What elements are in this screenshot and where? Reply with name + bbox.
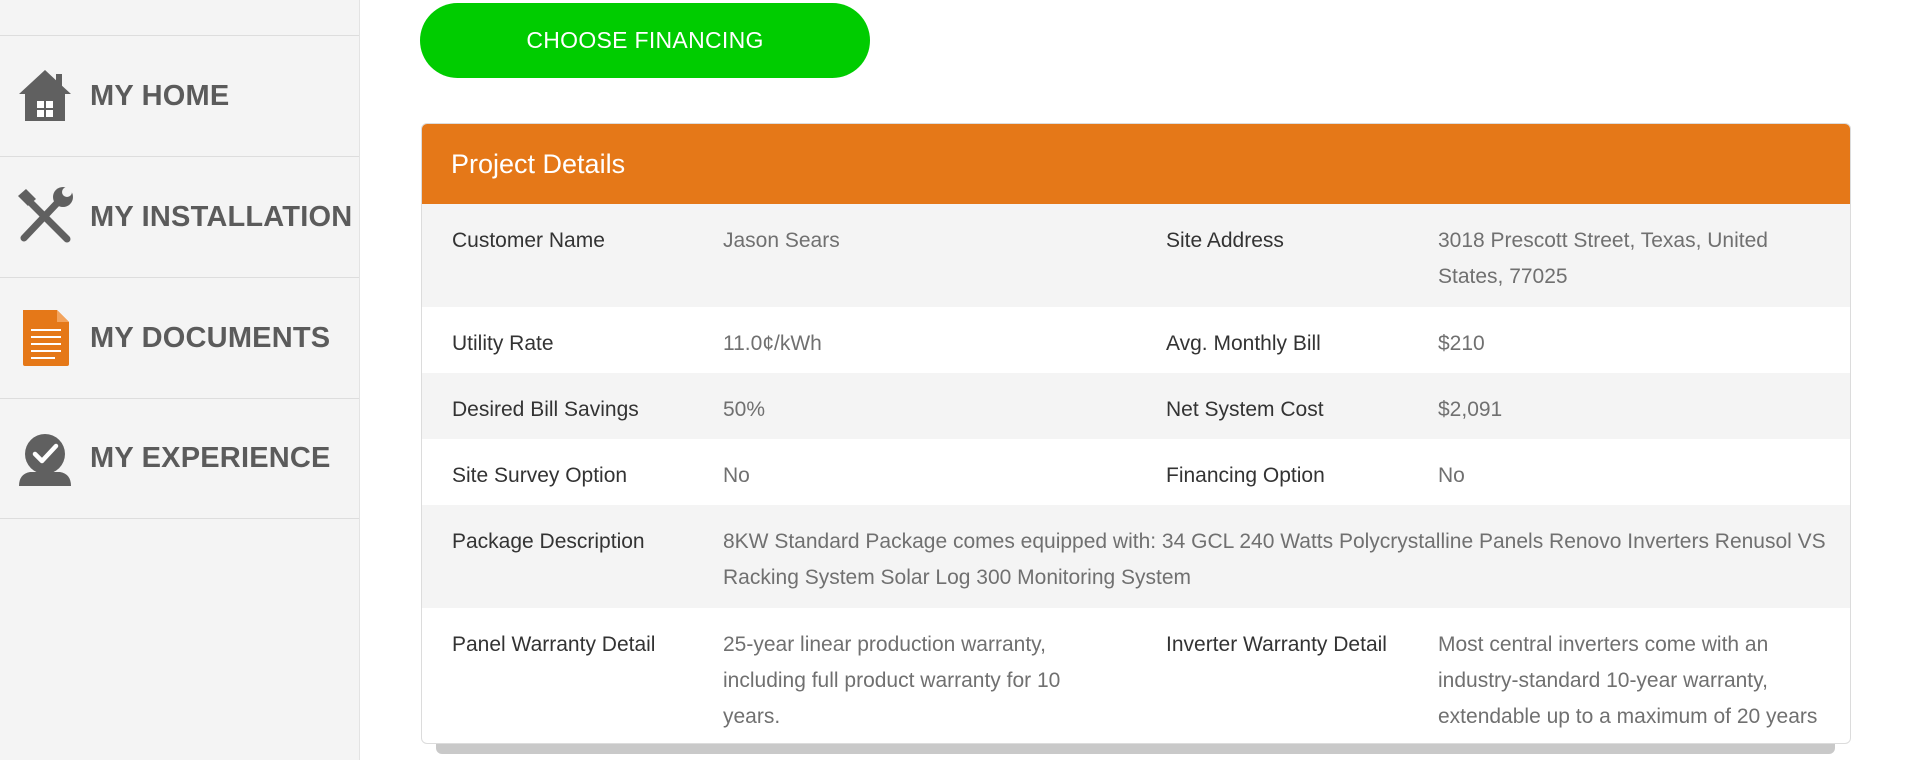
sidebar-item-my-documents[interactable]: MY DOCUMENTS — [0, 277, 359, 398]
detail-label: Inverter Warranty Detail — [1166, 633, 1387, 656]
detail-row: Package Description 8KW Standard Package… — [422, 505, 1850, 608]
home-icon — [14, 65, 76, 127]
detail-value: No — [1438, 464, 1465, 487]
sidebar-item-my-experience[interactable]: MY EXPERIENCE — [0, 398, 359, 519]
detail-value: $2,091 — [1438, 398, 1503, 421]
detail-label: Site Address — [1166, 229, 1284, 252]
sidebar: MY HOME MY INSTALLATION MY DOCUMENTS MY … — [0, 0, 360, 760]
document-icon — [14, 307, 76, 369]
sidebar-item-label: MY INSTALLATION — [90, 200, 353, 233]
detail-value: 25-year linear production warranty, incl… — [723, 633, 1061, 728]
detail-label: Customer Name — [452, 229, 605, 252]
detail-value: 11.0¢/kWh — [723, 332, 822, 355]
detail-label: Site Survey Option — [452, 464, 628, 487]
detail-label: Package Description — [452, 530, 645, 553]
experience-icon — [14, 428, 76, 490]
detail-label: Avg. Monthly Bill — [1166, 332, 1321, 355]
choose-financing-button[interactable]: CHOOSE FINANCING — [420, 3, 870, 78]
project-details-panel: Project Details Customer Name Jason Sear… — [421, 123, 1851, 744]
detail-value: 50% — [723, 398, 766, 421]
sidebar-item-label: MY HOME — [90, 79, 230, 112]
detail-label: Desired Bill Savings — [452, 398, 639, 421]
detail-value: $210 — [1438, 332, 1485, 355]
sidebar-item-label: MY EXPERIENCE — [90, 442, 331, 474]
tools-icon — [14, 186, 76, 248]
detail-row: Utility Rate 11.0¢/kWh Avg. Monthly Bill… — [422, 307, 1850, 373]
detail-label: Utility Rate — [452, 332, 554, 355]
detail-value: Jason Sears — [723, 229, 840, 252]
detail-row: Site Survey Option No Financing Option N… — [422, 439, 1850, 505]
detail-value: 8KW Standard Package comes equipped with… — [723, 530, 1826, 589]
detail-label: Financing Option — [1166, 464, 1325, 487]
detail-value: Most central inverters come with an indu… — [1438, 633, 1818, 728]
detail-row: Desired Bill Savings 50% Net System Cost… — [422, 373, 1850, 439]
detail-value: No — [723, 464, 750, 487]
detail-row: Panel Warranty Detail 25-year linear pro… — [422, 608, 1850, 743]
sidebar-item-my-installation[interactable]: MY INSTALLATION — [0, 156, 359, 277]
sidebar-item-my-home[interactable]: MY HOME — [0, 35, 359, 156]
detail-label: Panel Warranty Detail — [452, 633, 656, 656]
sidebar-item-label: MY DOCUMENTS — [90, 321, 331, 354]
detail-value: 3018 Prescott Street, Texas, United Stat… — [1438, 229, 1768, 288]
detail-label: Net System Cost — [1166, 398, 1324, 421]
panel-title: Project Details — [422, 124, 1850, 204]
detail-row: Customer Name Jason Sears Site Address 3… — [422, 204, 1850, 307]
